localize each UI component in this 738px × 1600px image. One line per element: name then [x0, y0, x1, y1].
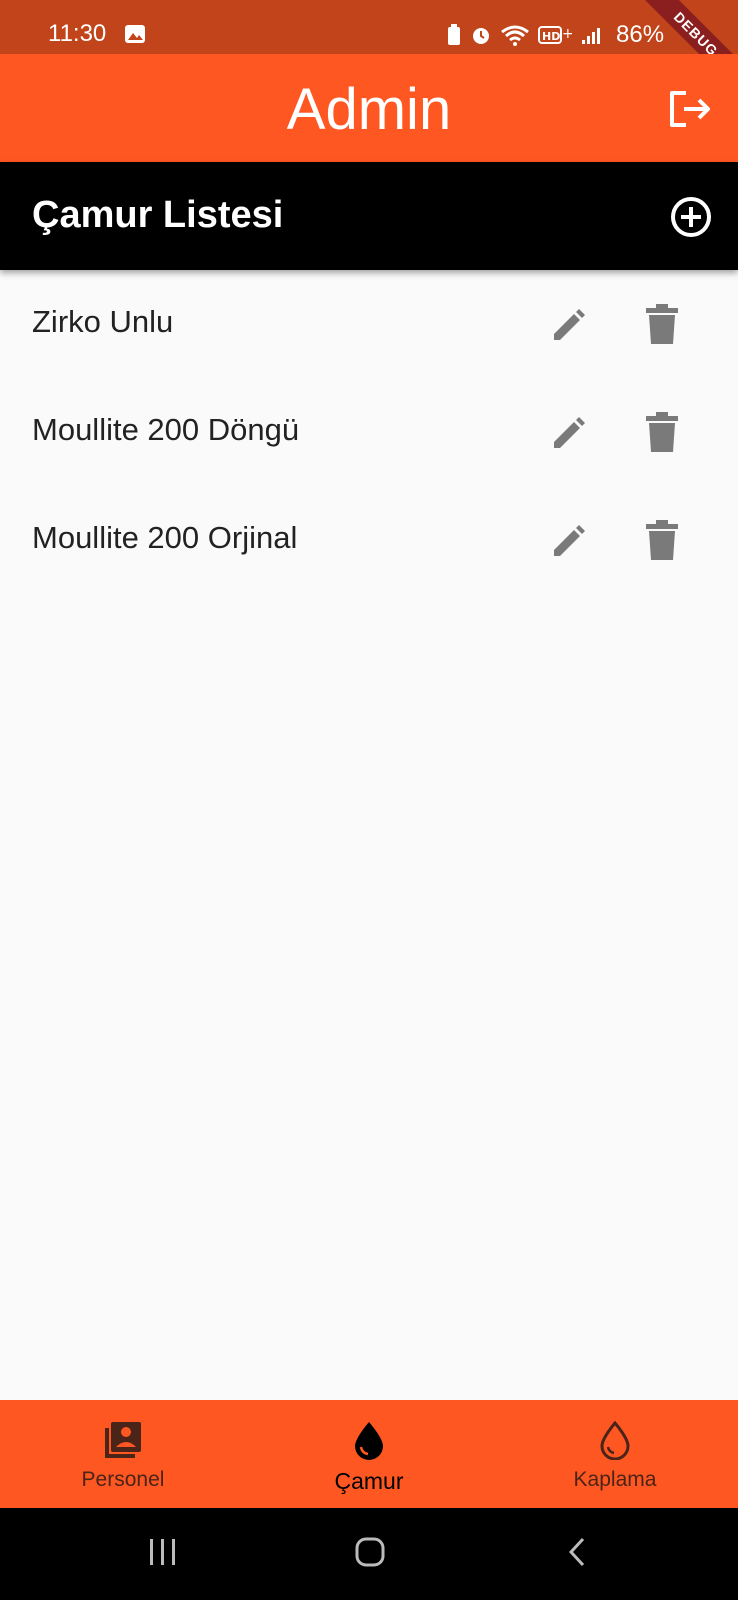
- add-circle-icon[interactable]: [670, 196, 712, 238]
- delete-icon[interactable]: [646, 520, 678, 560]
- status-time: 11:30: [48, 20, 107, 47]
- mud-list: Zirko Unlu Moullite 200 Döngü Moullite 2…: [0, 270, 738, 594]
- edit-icon[interactable]: [550, 306, 588, 344]
- battery-saver-icon: [448, 24, 460, 45]
- nav-item-personel[interactable]: Personel: [0, 1400, 246, 1508]
- system-nav-bar: [0, 1508, 738, 1600]
- edit-icon[interactable]: [550, 522, 588, 560]
- status-bar: 11:30 HD + 86% DEBUG: [0, 0, 738, 100]
- drop-filled-icon: [355, 1422, 383, 1460]
- page-title: Admin: [286, 77, 452, 142]
- list-item: Moullite 200 Orjinal: [0, 486, 738, 594]
- section-header: Çamur Listesi: [0, 162, 738, 270]
- logout-icon[interactable]: [668, 89, 712, 129]
- nav-label-camur: Çamur: [334, 1468, 404, 1494]
- recent-apps-icon[interactable]: [148, 1536, 178, 1568]
- list-item-label: Zirko Unlu: [32, 304, 174, 339]
- hd-plus-icon: HD +: [538, 26, 572, 44]
- battery-percent: 86%: [616, 21, 665, 48]
- back-icon[interactable]: [566, 1536, 588, 1568]
- bottom-nav: Personel Çamur Kaplama: [0, 1400, 738, 1508]
- list-item: Moullite 200 Döngü: [0, 378, 738, 486]
- edit-icon[interactable]: [550, 414, 588, 452]
- section-title: Çamur Listesi: [32, 194, 284, 236]
- delete-icon[interactable]: [646, 304, 678, 344]
- wifi-icon: [501, 25, 529, 46]
- svg-text:+: +: [562, 26, 572, 42]
- nav-label-personel: Personel: [81, 1468, 165, 1491]
- delete-icon[interactable]: [646, 412, 678, 452]
- app-bar: Admin: [0, 54, 738, 162]
- list-item: Zirko Unlu: [0, 270, 738, 378]
- signal-icon: [582, 28, 600, 44]
- svg-text:HD: HD: [542, 30, 560, 43]
- list-item-label: Moullite 200 Döngü: [32, 412, 300, 447]
- drop-outline-icon: [600, 1420, 630, 1460]
- list-item-label: Moullite 200 Orjinal: [32, 520, 298, 555]
- nav-label-kaplama: Kaplama: [573, 1468, 657, 1491]
- personnel-icon: [105, 1422, 141, 1458]
- gallery-icon: [125, 25, 145, 43]
- alarm-icon: [473, 28, 489, 44]
- home-icon[interactable]: [354, 1536, 386, 1568]
- nav-item-kaplama[interactable]: Kaplama: [492, 1400, 738, 1508]
- nav-item-camur[interactable]: Çamur: [246, 1400, 492, 1508]
- status-icons: HD + 86%: [446, 21, 665, 48]
